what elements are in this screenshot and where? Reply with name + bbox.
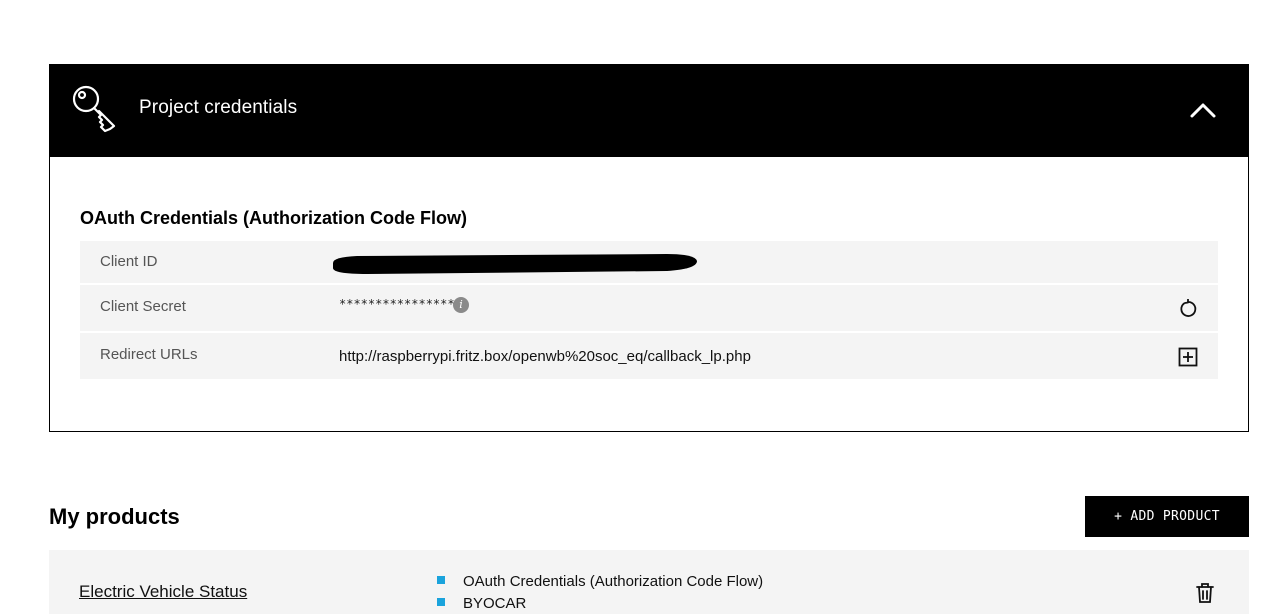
- add-url-icon[interactable]: [1178, 347, 1198, 367]
- products-title: My products: [49, 504, 180, 529]
- product-feature-label: BYOCAR: [463, 595, 527, 612]
- product-name-link[interactable]: Electric Vehicle Status: [79, 582, 247, 602]
- client-secret-row: Client Secret **************** i: [80, 285, 1218, 331]
- credentials-title: Project credentials: [139, 97, 298, 118]
- redacted-client-id: [333, 254, 697, 274]
- client-id-row: Client ID: [80, 241, 1218, 283]
- product-feature-item: OAuth Credentials (Authorization Code Fl…: [437, 571, 763, 593]
- redirect-url-value: http://raspberrypi.fritz.box/openwb%20so…: [339, 348, 751, 365]
- product-features-list: OAuth Credentials (Authorization Code Fl…: [437, 571, 763, 614]
- client-id-label: Client ID: [100, 253, 158, 270]
- client-secret-value: ****************: [339, 297, 455, 311]
- client-secret-label: Client Secret: [100, 298, 186, 315]
- key-icon: [72, 85, 116, 133]
- product-row: Electric Vehicle Status OAuth Credential…: [49, 550, 1249, 614]
- credentials-panel: Project credentials OAuth Credentials (A…: [49, 64, 1249, 432]
- add-product-button[interactable]: + ADD PRODUCT: [1085, 496, 1249, 537]
- trash-icon[interactable]: [1195, 582, 1215, 604]
- page: Project credentials OAuth Credentials (A…: [0, 0, 1266, 614]
- bullet-icon: [437, 598, 445, 606]
- chevron-up-icon[interactable]: [1188, 98, 1218, 122]
- credentials-header[interactable]: Project credentials: [50, 65, 1248, 157]
- product-feature-label: OAuth Credentials (Authorization Code Fl…: [463, 573, 764, 590]
- regenerate-icon[interactable]: [1178, 299, 1198, 319]
- redirect-urls-row: Redirect URLs http://raspberrypi.fritz.b…: [80, 333, 1218, 379]
- info-icon[interactable]: i: [453, 297, 469, 313]
- bullet-icon: [437, 576, 445, 584]
- oauth-section-title: OAuth Credentials (Authorization Code Fl…: [80, 208, 467, 228]
- redirect-urls-label: Redirect URLs: [100, 346, 198, 363]
- product-feature-item: BYOCAR: [437, 593, 763, 614]
